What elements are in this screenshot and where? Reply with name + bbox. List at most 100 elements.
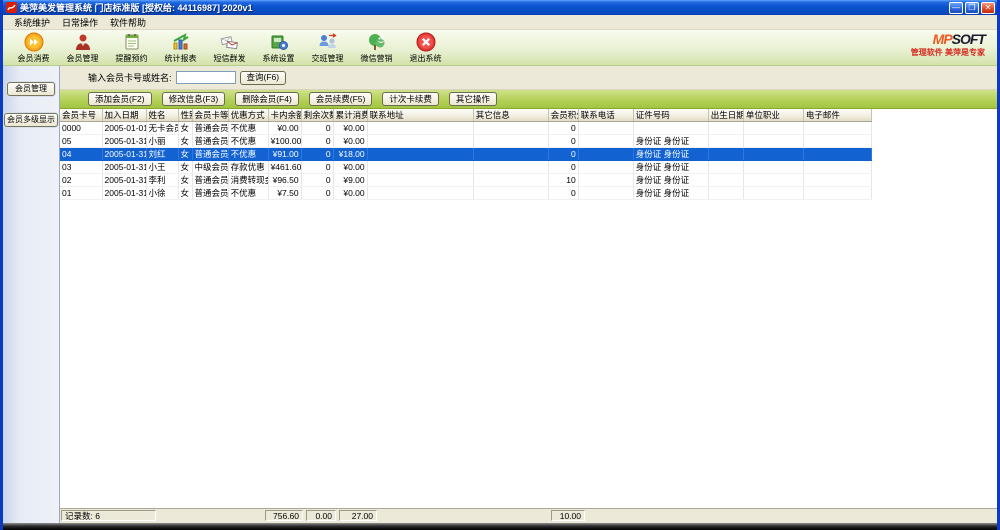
table-cell[interactable]: 2005-01-31: [102, 148, 146, 161]
table-row[interactable]: 022005-01-31李利女普通会员消费转现金¥96.500¥9.0010身份…: [60, 174, 872, 187]
table-cell[interactable]: ¥461.60: [268, 161, 301, 174]
toolbar-member-manage[interactable]: 会员管理: [58, 32, 107, 64]
column-header[interactable]: 联系电话: [578, 109, 633, 122]
table-cell[interactable]: 普通会员: [192, 174, 228, 187]
delete-member-button[interactable]: 删除会员(F4): [235, 92, 299, 106]
edit-info-button[interactable]: 修改信息(F3): [162, 92, 226, 106]
column-header[interactable]: 会员积分: [548, 109, 578, 122]
table-cell[interactable]: ¥18.00: [333, 148, 367, 161]
table-cell[interactable]: ¥0.00: [333, 122, 367, 135]
toolbar-member-consume[interactable]: 会员消费: [9, 32, 58, 64]
table-cell[interactable]: 不优惠: [228, 135, 268, 148]
column-header[interactable]: 联系地址: [367, 109, 473, 122]
table-cell[interactable]: ¥96.50: [268, 174, 301, 187]
sidebar-member-manage-button[interactable]: 会员管理: [7, 82, 55, 96]
table-cell[interactable]: 消费转现金: [228, 174, 268, 187]
table-cell[interactable]: 身份证 身份证: [633, 135, 708, 148]
table-cell[interactable]: 2005-01-31: [102, 135, 146, 148]
table-cell[interactable]: ¥0.00: [333, 135, 367, 148]
column-header[interactable]: 累计消费: [333, 109, 367, 122]
table-cell[interactable]: 0: [548, 187, 578, 200]
table-cell[interactable]: [578, 122, 633, 135]
table-cell[interactable]: ¥0.00: [333, 161, 367, 174]
table-cell[interactable]: [633, 122, 708, 135]
table-cell[interactable]: ¥91.00: [268, 148, 301, 161]
table-cell[interactable]: 小丽: [146, 135, 178, 148]
toolbar-shift-management[interactable]: 交班管理: [303, 32, 352, 64]
table-cell[interactable]: [473, 122, 548, 135]
table-cell[interactable]: 0: [548, 122, 578, 135]
table-cell[interactable]: [743, 148, 803, 161]
close-button[interactable]: ✕: [981, 2, 995, 14]
table-cell[interactable]: 身份证 身份证: [633, 148, 708, 161]
table-cell[interactable]: [708, 122, 743, 135]
table-cell[interactable]: [803, 161, 871, 174]
table-cell[interactable]: ¥100.00: [268, 135, 301, 148]
table-cell[interactable]: [367, 187, 473, 200]
table-cell[interactable]: [578, 161, 633, 174]
menu-daily-operations[interactable]: 日常操作: [56, 16, 104, 29]
table-cell[interactable]: [803, 187, 871, 200]
table-cell[interactable]: [578, 135, 633, 148]
column-header[interactable]: 加入日期: [102, 109, 146, 122]
table-cell[interactable]: [708, 161, 743, 174]
column-header[interactable]: 会员卡号: [60, 109, 102, 122]
table-cell[interactable]: [578, 187, 633, 200]
table-cell[interactable]: [367, 148, 473, 161]
table-cell[interactable]: 10: [548, 174, 578, 187]
other-operations-button[interactable]: 其它操作: [449, 92, 497, 106]
table-cell[interactable]: 李利: [146, 174, 178, 187]
table-cell[interactable]: 女: [178, 174, 192, 187]
table-cell[interactable]: [708, 135, 743, 148]
toolbar-statistics-report[interactable]: 统计报表: [156, 32, 205, 64]
table-cell[interactable]: [803, 135, 871, 148]
table-cell[interactable]: 不优惠: [228, 122, 268, 135]
column-header[interactable]: 优惠方式: [228, 109, 268, 122]
table-cell[interactable]: 存款优惠: [228, 161, 268, 174]
table-cell[interactable]: 普通会员: [192, 148, 228, 161]
table-cell[interactable]: 2005-01-31: [102, 187, 146, 200]
table-cell[interactable]: 普通会员: [192, 122, 228, 135]
column-header[interactable]: 单位职业: [743, 109, 803, 122]
toolbar-exit-system[interactable]: 退出系统: [401, 32, 450, 64]
table-cell[interactable]: 2005-01-01: [102, 122, 146, 135]
punch-card-renew-button[interactable]: 计次卡续费: [382, 92, 439, 106]
table-cell[interactable]: 中级会员: [192, 161, 228, 174]
table-cell[interactable]: [803, 174, 871, 187]
table-cell[interactable]: [743, 187, 803, 200]
table-row[interactable]: 042005-01-31刘红女普通会员不优惠¥91.000¥18.000身份证 …: [60, 148, 872, 161]
table-cell[interactable]: [473, 135, 548, 148]
table-cell[interactable]: 0: [301, 174, 333, 187]
table-cell[interactable]: 无卡会员: [146, 122, 178, 135]
table-cell[interactable]: 女: [178, 148, 192, 161]
table-cell[interactable]: 05: [60, 135, 102, 148]
table-cell[interactable]: [743, 161, 803, 174]
table-row[interactable]: 052005-01-31小丽女普通会员不优惠¥100.000¥0.000身份证 …: [60, 135, 872, 148]
table-cell[interactable]: 0: [301, 161, 333, 174]
table-cell[interactable]: 0: [548, 135, 578, 148]
table-cell[interactable]: 0: [301, 148, 333, 161]
maximize-button[interactable]: ❐: [965, 2, 979, 14]
table-cell[interactable]: 0: [548, 161, 578, 174]
search-button[interactable]: 查询(F6): [240, 71, 287, 85]
column-header[interactable]: 会员卡等级: [192, 109, 228, 122]
table-cell[interactable]: [367, 135, 473, 148]
table-cell[interactable]: 2005-01-31: [102, 161, 146, 174]
table-cell[interactable]: [473, 161, 548, 174]
table-cell[interactable]: 女: [178, 135, 192, 148]
table-cell[interactable]: [743, 122, 803, 135]
table-cell[interactable]: 普通会员: [192, 187, 228, 200]
table-cell[interactable]: [708, 187, 743, 200]
table-cell[interactable]: [803, 148, 871, 161]
table-cell[interactable]: [708, 148, 743, 161]
column-header[interactable]: 卡内余额: [268, 109, 301, 122]
table-cell[interactable]: 0: [301, 135, 333, 148]
table-cell[interactable]: [708, 174, 743, 187]
table-cell[interactable]: ¥7.50: [268, 187, 301, 200]
table-cell[interactable]: ¥0.00: [333, 187, 367, 200]
column-header[interactable]: 性别: [178, 109, 192, 122]
table-cell[interactable]: 身份证 身份证: [633, 174, 708, 187]
table-cell[interactable]: 小徐: [146, 187, 178, 200]
table-cell[interactable]: 女: [178, 122, 192, 135]
add-member-button[interactable]: 添加会员(F2): [88, 92, 152, 106]
